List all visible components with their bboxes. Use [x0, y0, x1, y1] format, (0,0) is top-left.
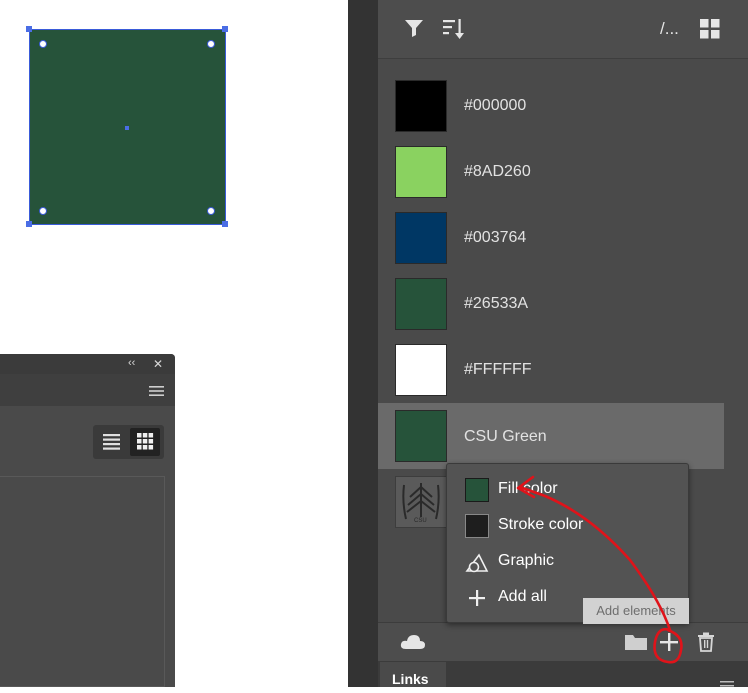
swatch-label: #003764: [464, 229, 527, 246]
swatch-label: CSU Green: [464, 428, 547, 445]
graphic-shapes-icon: [465, 550, 489, 574]
tab-menu-icon[interactable]: [720, 675, 734, 693]
grid-view-button[interactable]: [130, 428, 160, 456]
selection-handle[interactable]: [222, 26, 228, 32]
swatch-preview: [395, 344, 447, 396]
swatch-item[interactable]: #26533A: [378, 264, 748, 330]
floating-panel: ‹‹ ✕: [0, 354, 175, 687]
panel-menu-icon[interactable]: [149, 384, 164, 396]
swatch-item[interactable]: #003764: [378, 198, 748, 264]
swatch-preview: [395, 146, 447, 198]
panel-content-area: [0, 476, 165, 687]
swatch-item[interactable]: #8AD260: [378, 132, 748, 198]
corner-radius-widget[interactable]: [39, 207, 47, 215]
swatch-item[interactable]: #FFFFFF: [378, 330, 748, 396]
view-toggle: [93, 425, 164, 459]
selected-artwork-square[interactable]: [29, 29, 226, 225]
libraries-footer: [378, 622, 748, 661]
corner-radius-widget[interactable]: [207, 40, 215, 48]
library-path-text[interactable]: /...: [660, 19, 679, 39]
swatch-label: #8AD260: [464, 163, 531, 180]
tab-links[interactable]: Links: [380, 662, 446, 687]
swatch-preview: [395, 80, 447, 132]
graphic-label: CSU: [414, 518, 427, 524]
plus-icon: [465, 586, 489, 610]
collapse-icon[interactable]: ‹‹: [128, 357, 135, 369]
list-view-button[interactable]: [96, 428, 126, 456]
tooltip: Add elements: [583, 598, 689, 624]
menu-item-stroke-color[interactable]: Stroke color: [447, 508, 688, 544]
menu-item-label: Graphic: [498, 552, 555, 569]
graphic-thumbnail[interactable]: CSU: [395, 476, 447, 528]
center-point: [125, 126, 129, 130]
corner-radius-widget[interactable]: [207, 207, 215, 215]
swatch-preview: [395, 410, 447, 462]
selection-handle[interactable]: [26, 26, 32, 32]
list-view-icon: [103, 434, 120, 450]
fill-swatch-icon: [465, 478, 489, 502]
selection-handle[interactable]: [222, 221, 228, 227]
menu-item-label: Add all: [498, 588, 547, 605]
swatch-preview: [395, 212, 447, 264]
selection-handle[interactable]: [26, 221, 32, 227]
grid-view-icon[interactable]: [700, 19, 720, 44]
close-icon[interactable]: ✕: [153, 357, 163, 371]
grid-view-icon: [137, 433, 154, 450]
folder-icon[interactable]: [624, 632, 648, 657]
corner-radius-widget[interactable]: [39, 40, 47, 48]
swatch-item[interactable]: #000000: [378, 66, 748, 132]
swatch-label: #26533A: [464, 295, 529, 312]
cloud-icon[interactable]: [400, 633, 426, 656]
tab-label: Links: [392, 671, 429, 687]
filter-icon[interactable]: [404, 18, 424, 43]
swatch-label: #FFFFFF: [464, 361, 532, 378]
add-elements-plus-icon[interactable]: [659, 632, 679, 657]
menu-item-label: Stroke color: [498, 516, 584, 533]
menu-item-graphic[interactable]: Graphic: [447, 544, 688, 580]
swatch-item-selected[interactable]: CSU Green: [378, 403, 724, 469]
panel-header: [0, 374, 175, 406]
panel-title-bar[interactable]: ‹‹ ✕: [0, 354, 175, 374]
sort-icon[interactable]: [442, 17, 466, 46]
trash-icon[interactable]: [697, 632, 715, 657]
menu-item-fill-color[interactable]: Fill color: [447, 472, 688, 508]
stroke-swatch-icon: [465, 514, 489, 538]
libraries-toolbar: /...: [378, 0, 748, 59]
swatch-preview: [395, 278, 447, 330]
swatch-label: #000000: [464, 97, 527, 114]
menu-item-label: Fill color: [498, 480, 558, 497]
